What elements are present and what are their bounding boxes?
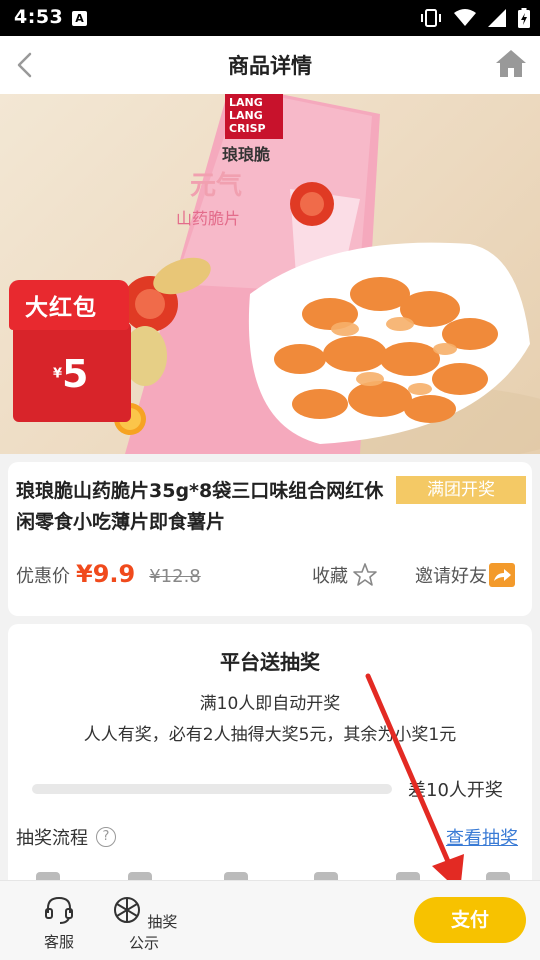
group-lottery-tag: 满团开奖 — [396, 476, 526, 504]
price-row: 优惠价 ¥9.9 ¥12.8 — [16, 560, 201, 590]
lottery-flow-label: 抽奖流程 — [16, 828, 88, 849]
red-envelope-currency: ¥ — [53, 366, 63, 382]
wifi-icon — [454, 9, 476, 26]
lottery-announcement-button[interactable]: 抽奖公示 — [106, 895, 182, 953]
lottery-rule-line-2: 人人有奖，必有2人抽得大奖5元，其余为小奖1元 — [83, 725, 457, 745]
svg-text:LANG: LANG — [229, 96, 263, 109]
headset-icon — [45, 896, 73, 924]
status-icons — [420, 7, 530, 29]
status-time: 4:53 — [14, 6, 64, 28]
red-envelope-label: 大红包 — [25, 295, 97, 321]
pinwheel-icon — [113, 897, 140, 923]
red-envelope-amount: ¥5 — [53, 352, 89, 396]
nav-bar: 商品详情 — [0, 36, 540, 94]
price-label: 优惠价 — [16, 566, 70, 587]
status-bar: 4:53 A — [0, 0, 540, 36]
help-icon[interactable]: ? — [96, 827, 116, 847]
invite-label: 邀请好友 — [415, 566, 487, 587]
lottery-title: 平台送抽奖 — [220, 650, 320, 674]
red-envelope-value: 5 — [62, 352, 89, 396]
signal-icon — [488, 9, 506, 27]
favorite-label: 收藏 — [312, 566, 348, 587]
lottery-card: 平台送抽奖 满10人即自动开奖 人人有奖，必有2人抽得大奖5元，其余为小奖1元 … — [8, 624, 532, 924]
product-name: 琅琅脆山药脆片35g*8袋三口味组合网红休闲零食小吃薄片即食薯片 — [16, 480, 384, 533]
customer-service-label: 客服 — [43, 933, 74, 951]
lottery-progress-bar — [32, 784, 392, 794]
current-price: ¥9.9 — [76, 560, 136, 588]
svg-text:山药脆片: 山药脆片 — [176, 209, 240, 228]
favorite-button[interactable]: 收藏 — [312, 562, 378, 588]
share-arrow-icon — [489, 563, 515, 587]
pay-button[interactable]: 支付 — [414, 897, 526, 943]
product-info-card: 琅琅脆山药脆片35g*8袋三口味组合网红休闲零食小吃薄片即食薯片 满团开奖 优惠… — [8, 462, 532, 616]
home-icon[interactable] — [494, 46, 528, 80]
remaining-count-text: 差10人开奖 — [408, 780, 503, 801]
invite-friends-button[interactable]: 邀请好友 — [415, 562, 515, 588]
lottery-flow: 抽奖流程 ? — [16, 824, 116, 850]
notification-a-icon: A — [72, 11, 87, 26]
battery-icon — [518, 8, 530, 28]
svg-text:琅琅脆: 琅琅脆 — [222, 145, 270, 164]
star-icon — [353, 563, 377, 586]
svg-text:CRISP: CRISP — [229, 122, 266, 135]
red-envelope-badge[interactable]: 大红包 ¥5 — [9, 280, 131, 422]
bottom-action-bar: 客服 抽奖公示 支付 — [0, 880, 540, 960]
svg-text:元气: 元气 — [190, 170, 242, 201]
product-image[interactable]: LANG LANG CRISP 琅琅脆 元气 山药脆片 大红包 ¥5 — [0, 94, 540, 454]
page-title: 商品详情 — [228, 54, 312, 78]
original-price: ¥12.8 — [149, 566, 201, 587]
customer-service-button[interactable]: 客服 — [36, 895, 82, 952]
vibrate-icon — [421, 9, 441, 27]
lottery-rule-line-1: 满10人即自动开奖 — [199, 694, 341, 714]
view-lottery-link[interactable]: 查看抽奖 — [446, 824, 518, 850]
svg-text:LANG: LANG — [229, 109, 263, 122]
